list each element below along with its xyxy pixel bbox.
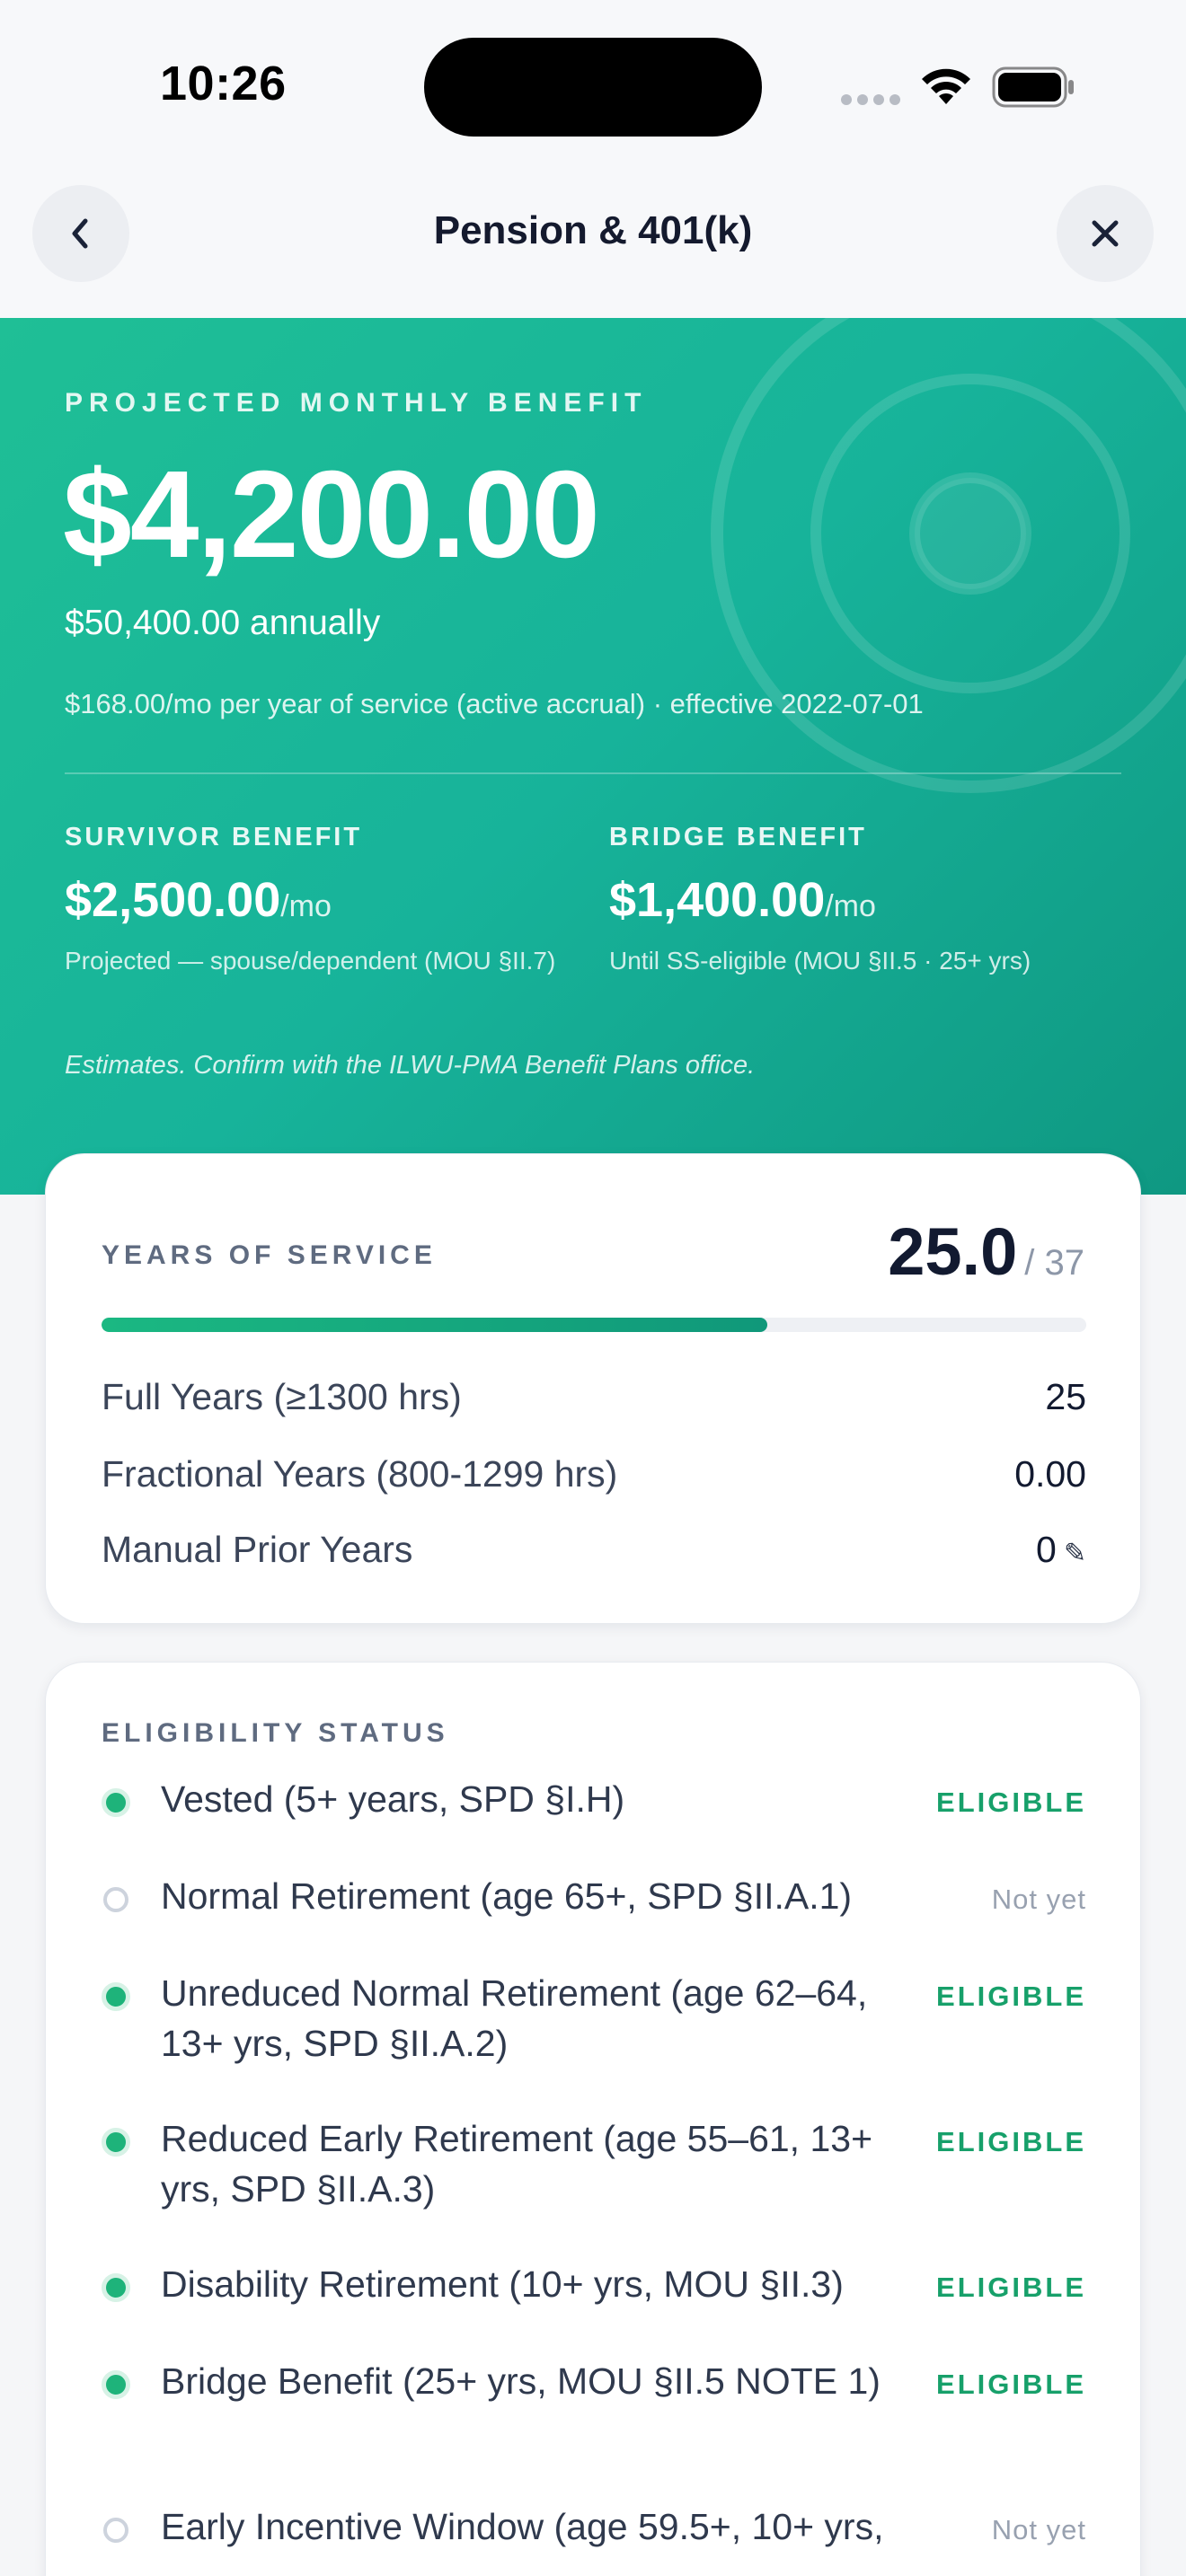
survivor-benefit-amount: $2,500.00/mo xyxy=(65,873,332,927)
eligible-dot-icon xyxy=(102,1982,130,2011)
eligible-dot-icon xyxy=(102,2370,130,2399)
eligibility-status-label: ELIGIBILITY STATUS xyxy=(102,1718,449,1748)
status-bar: 10:26 xyxy=(0,0,1186,171)
eligible-dot-icon xyxy=(102,2273,130,2302)
page-title: Pension & 401(k) xyxy=(433,208,753,252)
survivor-benefit: SURVIVOR BENEFIT $2,500.00/mo Projected … xyxy=(65,823,568,978)
years-of-service-value: 25.0/ 37 xyxy=(888,1214,1084,1289)
edit-pencil-icon[interactable]: ✎ xyxy=(1064,1539,1086,1568)
close-icon xyxy=(1092,220,1119,247)
manual-prior-years-row[interactable]: Manual Prior Years 0 ✎ xyxy=(102,1522,1086,1576)
eligible-dot-icon xyxy=(102,2128,130,2157)
eligibility-status-card: ELIGIBILITY STATUS Vested (5+ years, SPD… xyxy=(45,1662,1141,2576)
annual-benefit: $50,400.00 annually xyxy=(65,604,381,642)
not-eligible-dot-icon xyxy=(103,2518,128,2543)
survivor-benefit-note: Projected — spouse/dependent (MOU §II.7) xyxy=(65,947,556,975)
service-progress-bar xyxy=(102,1318,1086,1332)
years-of-service-label: YEARS OF SERVICE xyxy=(102,1240,437,1270)
projected-benefit-hero: PROJECTED MONTHLY BENEFIT $4,200.00 $50,… xyxy=(0,318,1186,1195)
battery-icon xyxy=(992,66,1076,112)
bridge-benefit: BRIDGE BENEFIT $1,400.00/mo Until SS-eli… xyxy=(609,823,1112,978)
not-eligible-dot-icon xyxy=(103,1887,128,1912)
estimate-disclaimer: Estimates. Confirm with the ILWU-PMA Ben… xyxy=(65,1051,756,1080)
status-time: 10:26 xyxy=(160,57,287,110)
wifi-icon xyxy=(918,65,974,110)
hero-divider xyxy=(65,772,1121,774)
projected-benefit-amount: $4,200.00 xyxy=(63,446,600,584)
cellular-signal-icon xyxy=(841,93,906,110)
years-of-service-card: YEARS OF SERVICE 25.0/ 37 Full Years (≥1… xyxy=(45,1153,1141,1624)
close-button[interactable] xyxy=(1057,185,1154,282)
nav-bar: Pension & 401(k) xyxy=(0,171,1186,318)
dynamic-island xyxy=(424,38,762,137)
accrual-rate: $168.00/mo per year of service (active a… xyxy=(65,688,924,719)
projected-benefit-label: PROJECTED MONTHLY BENEFIT xyxy=(65,388,648,418)
service-progress-fill xyxy=(102,1318,767,1332)
fractional-years-row: Fractional Years (800-1299 hrs) 0.00 xyxy=(102,1452,1086,1495)
bridge-benefit-note: Until SS-eligible (MOU §II.5 · 25+ yrs) xyxy=(609,947,1031,975)
eligible-dot-icon xyxy=(102,1788,130,1817)
survivor-benefit-label: SURVIVOR BENEFIT xyxy=(65,823,363,851)
bridge-benefit-label: BRIDGE BENEFIT xyxy=(609,823,867,851)
full-years-row: Full Years (≥1300 hrs) 25 xyxy=(102,1375,1086,1417)
bridge-benefit-amount: $1,400.00/mo xyxy=(609,873,876,927)
